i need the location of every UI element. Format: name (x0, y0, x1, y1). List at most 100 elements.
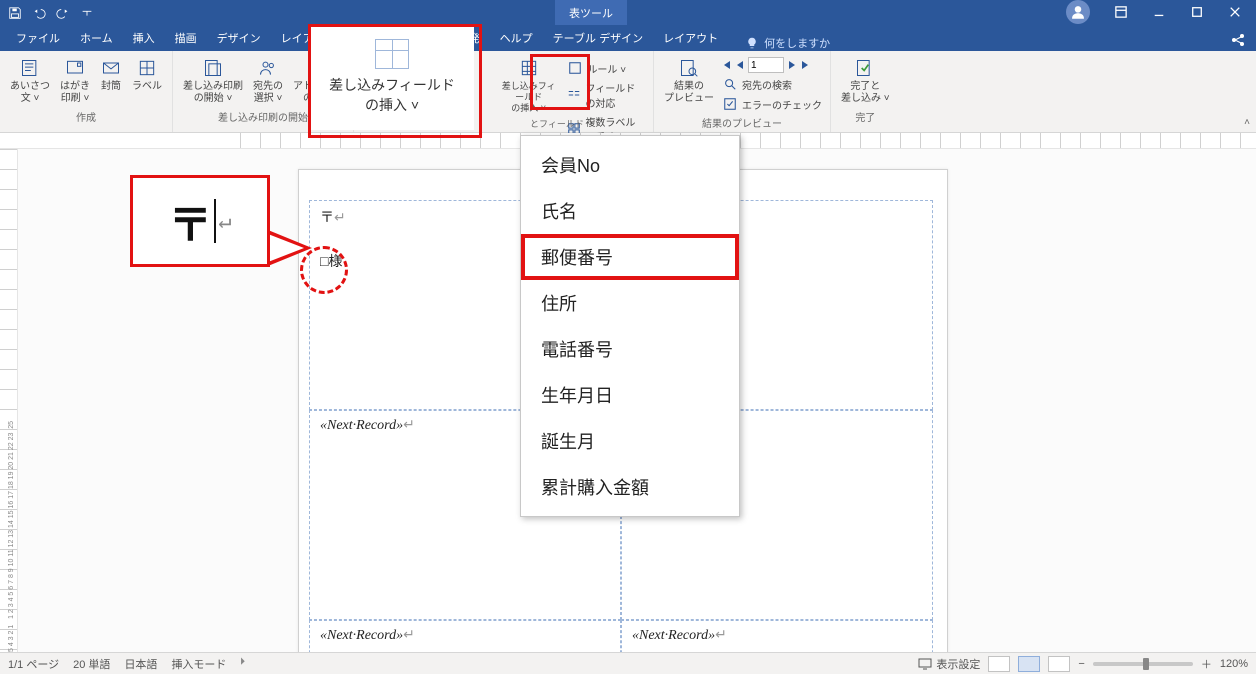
match-fields-label: フィールドの対応 (585, 80, 645, 110)
field-item-birthmonth[interactable]: 誕生月 (521, 418, 739, 464)
ribbon-display-options-icon[interactable] (1104, 1, 1138, 23)
preview-results-label: 結果の プレビュー (664, 81, 714, 105)
record-number-input[interactable] (748, 57, 784, 73)
field-item-name[interactable]: 氏名 (521, 188, 739, 234)
text-caret-icon (214, 199, 216, 243)
field-item-member-no[interactable]: 会員No (521, 142, 739, 188)
field-item-total[interactable]: 累計購入金額 (521, 464, 739, 510)
zoom-out-icon[interactable]: − (1078, 658, 1084, 670)
ribbon-tabs: ファイル ホーム 挿入 描画 デザイン レイアウト 参考 開発 ヘルプ テーブル… (0, 25, 1256, 51)
next-record-field: «Next·Record» (320, 628, 403, 643)
contextual-tab-label: 表ツール (555, 0, 627, 25)
account-icon[interactable] (1066, 0, 1090, 24)
qat-customize-icon[interactable] (76, 2, 98, 24)
match-fields-icon (567, 87, 581, 103)
finish-merge-button[interactable]: 完了と 差し込み ˅ (837, 55, 894, 107)
label-button[interactable]: ラベル (128, 55, 166, 107)
zoom-slider[interactable] (1093, 662, 1193, 666)
tab-draw[interactable]: 描画 (165, 25, 207, 51)
zoom-postal-symbol: 〒 (168, 189, 212, 253)
minimize-icon[interactable] (1142, 1, 1176, 23)
next-record-icon[interactable] (786, 59, 798, 71)
merge-field-dropdown: 会員No 氏名 郵便番号 住所 電話番号 生年月日 誕生月 累計購入金額 (520, 135, 740, 517)
find-recipient-button[interactable]: 宛先の検索 (720, 75, 824, 93)
label-cell-5[interactable]: «Next·Record»↵ (309, 620, 621, 652)
postcard-button[interactable]: はがき 印刷 ˅ (56, 55, 94, 107)
envelope-label: 封筒 (101, 81, 121, 93)
field-item-postal[interactable]: 郵便番号 (521, 234, 739, 280)
collapse-ribbon-icon[interactable]: ˄ (1244, 117, 1250, 128)
greeting-button[interactable]: あいさつ 文 ˅ (6, 55, 54, 107)
group-finish-label: 完了 (837, 107, 894, 124)
label-label: ラベル (132, 81, 162, 93)
check-errors-button[interactable]: エラーのチェック (720, 95, 824, 113)
last-record-icon[interactable] (800, 59, 812, 71)
rules-button[interactable]: ルール ˅ (565, 59, 647, 77)
first-record-icon[interactable] (720, 59, 732, 71)
finish-merge-label: 完了と 差し込み ˅ (841, 81, 890, 105)
cursor-zoom-callout: 〒↵ (130, 175, 270, 267)
select-recipients-label: 宛先の 選択 ˅ (253, 81, 283, 105)
label-cell-6[interactable]: «Next·Record»↵ (621, 620, 933, 652)
callout-pointer-fill (268, 234, 304, 262)
start-merge-label: 差し込み印刷 の開始 ˅ (183, 81, 243, 105)
rules-icon (567, 60, 583, 76)
tab-file[interactable]: ファイル (6, 25, 70, 51)
status-bar: 1/1 ページ 20 単語 日本語 挿入モード 🞂 表示設定 − ＋ 120% (0, 652, 1256, 674)
insert-merge-field-small-button[interactable]: 差し込みフィールド の挿入 ˅ (494, 55, 564, 115)
view-web-layout-icon[interactable] (1048, 656, 1070, 672)
tab-home[interactable]: ホーム (70, 25, 123, 51)
quick-access-toolbar (4, 2, 98, 24)
title-bar: 表ツール (0, 0, 1256, 25)
field-item-birthdate[interactable]: 生年月日 (521, 372, 739, 418)
display-settings-label: 表示設定 (936, 656, 980, 672)
view-print-layout-icon[interactable] (1018, 656, 1040, 672)
field-item-phone[interactable]: 電話番号 (521, 326, 739, 372)
postcard-label: はがき 印刷 ˅ (60, 81, 90, 105)
close-icon[interactable] (1218, 1, 1252, 23)
redo-icon[interactable] (52, 2, 74, 24)
ribbon-group-preview: 結果の プレビュー 宛先の検索 エラーのチェック 結果のプレビュー (654, 51, 831, 132)
preview-results-button[interactable]: 結果の プレビュー (660, 55, 718, 113)
tab-help[interactable]: ヘルプ (490, 25, 543, 51)
select-recipients-button[interactable]: 宛先の 選択 ˅ (249, 55, 287, 107)
recipients-icon (257, 57, 279, 79)
rules-label: ルール ˅ (587, 61, 626, 76)
zoom-in-icon[interactable]: ＋ (1201, 656, 1212, 672)
status-page[interactable]: 1/1 ページ (8, 656, 59, 672)
field-item-address[interactable]: 住所 (521, 280, 739, 326)
tell-me-label: 何をしますか (764, 35, 830, 51)
start-merge-button[interactable]: 差し込み印刷 の開始 ˅ (179, 55, 247, 107)
status-words[interactable]: 20 単語 (73, 656, 110, 672)
start-merge-icon (202, 57, 224, 79)
maximize-icon[interactable] (1180, 1, 1214, 23)
tab-design[interactable]: デザイン (207, 25, 271, 51)
postcard-icon (64, 57, 86, 79)
vertical-ruler[interactable]: 5 4 3 2 1 1 2 3 4 5 6 7 8 9 10 11 12 13 … (0, 149, 18, 652)
find-recipient-label: 宛先の検索 (742, 77, 792, 92)
display-settings-icon[interactable]: 表示設定 (918, 656, 980, 672)
status-insert-mode[interactable]: 挿入モード (171, 656, 226, 672)
insert-merge-field-small-label: 差し込みフィールド の挿入 ˅ (498, 81, 560, 113)
tell-me-search[interactable]: 何をしますか (746, 35, 830, 51)
save-icon[interactable] (4, 2, 26, 24)
status-language[interactable]: 日本語 (124, 656, 157, 672)
tab-insert[interactable]: 挿入 (123, 25, 165, 51)
share-icon[interactable] (1230, 32, 1246, 51)
undo-icon[interactable] (28, 2, 50, 24)
prev-record-icon[interactable] (734, 59, 746, 71)
match-fields-button[interactable]: フィールドの対応 (565, 79, 647, 111)
next-record-field: «Next·Record» (632, 628, 715, 643)
status-record-icon: 🞂 (240, 656, 244, 672)
greeting-label: あいさつ 文 ˅ (10, 81, 50, 105)
tab-table-layout[interactable]: レイアウト (653, 25, 728, 51)
view-read-mode-icon[interactable] (988, 656, 1010, 672)
tab-table-design[interactable]: テーブル デザイン (543, 25, 653, 51)
greeting-icon (19, 57, 41, 79)
zoom-level[interactable]: 120% (1220, 658, 1248, 670)
record-navigator[interactable] (720, 57, 824, 73)
check-errors-icon (722, 96, 738, 112)
envelope-button[interactable]: 封筒 (96, 55, 126, 107)
zoom-slider-thumb[interactable] (1143, 658, 1149, 670)
insert-merge-field-icon (518, 57, 540, 79)
